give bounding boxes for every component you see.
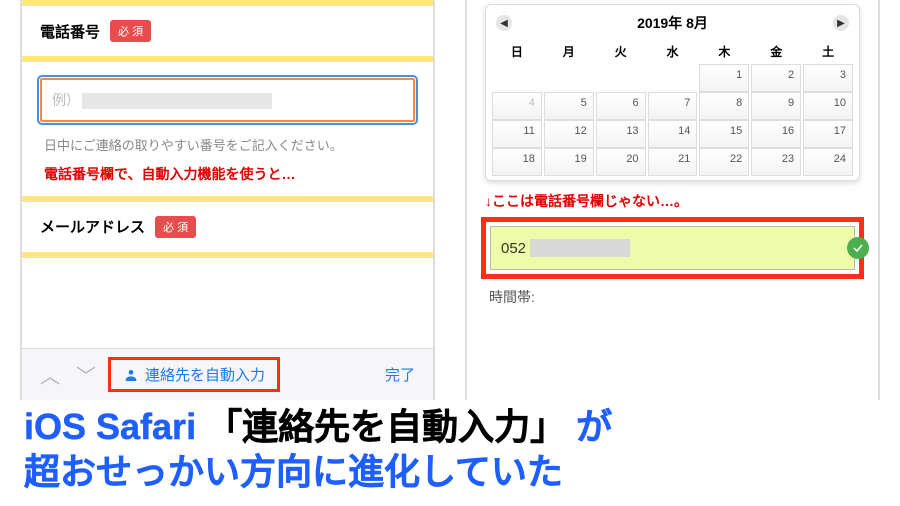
autofilled-input[interactable]: 052 bbox=[490, 226, 855, 270]
weekday-label: 金 bbox=[751, 39, 801, 64]
annotation-left: 電話番号欄で、自動入力機能を使うと… bbox=[22, 164, 433, 196]
calendar-day[interactable]: 7 bbox=[648, 92, 698, 120]
calendar-day[interactable]: 21 bbox=[648, 148, 698, 176]
section-label: 電話番号 bbox=[40, 21, 100, 42]
weekday-label: 日 bbox=[492, 39, 542, 64]
calendar-day[interactable]: 22 bbox=[699, 148, 749, 176]
calendar-day[interactable]: 4 bbox=[492, 92, 542, 120]
calendar-day[interactable]: 11 bbox=[492, 120, 542, 148]
helper-text: 日中にご連絡の取りやすい番号をご記入ください。 bbox=[22, 128, 433, 164]
calendar-day[interactable]: 9 bbox=[751, 92, 801, 120]
calendar-day[interactable]: 23 bbox=[751, 148, 801, 176]
autofill-label: 連絡先を自動入力 bbox=[145, 364, 265, 385]
calendar-day[interactable]: 15 bbox=[699, 120, 749, 148]
calendar-header: ◀ 2019年 8月 ▶ bbox=[492, 9, 853, 39]
autofilled-field-highlight: 052 bbox=[481, 217, 864, 279]
calendar-row: 4 5 6 7 8 9 10 bbox=[492, 92, 853, 120]
required-badge: 必 須 bbox=[110, 20, 151, 42]
person-icon bbox=[123, 367, 139, 383]
calendar-title: 2019年 8月 bbox=[637, 13, 708, 33]
calendar-weekdays: 日 月 火 水 木 金 土 bbox=[492, 39, 853, 64]
article-headline: iOS Safari 「連絡先を自動入力」 が 超おせっかい方向に進化していた bbox=[0, 404, 900, 494]
section-phone-header: 電話番号 必 須 bbox=[22, 6, 433, 56]
calendar-day[interactable]: 6 bbox=[596, 92, 646, 120]
form-panel-left: 電話番号 必 須 例） 日中にご連絡の取りやすい番号をご記入ください。 電話番号… bbox=[20, 0, 435, 400]
weekday-label: 火 bbox=[596, 39, 646, 64]
phone-input[interactable]: 例） bbox=[40, 78, 415, 122]
headline-part: 超おせっかい方向に進化していた bbox=[24, 451, 563, 492]
calendar-row: 1 2 3 bbox=[492, 64, 853, 92]
calendar-day[interactable]: 14 bbox=[648, 120, 698, 148]
autofill-contact-button[interactable]: 連絡先を自動入力 bbox=[108, 357, 280, 392]
calendar-day[interactable]: 17 bbox=[803, 120, 853, 148]
section-email-header: メールアドレス 必 須 bbox=[22, 202, 433, 252]
headline-part: 「連絡先を自動入力」 bbox=[206, 406, 566, 447]
prev-month-icon[interactable]: ◀ bbox=[496, 15, 512, 31]
checkmark-icon bbox=[847, 237, 869, 259]
next-month-icon[interactable]: ▶ bbox=[833, 15, 849, 31]
calendar-day[interactable]: 1 bbox=[699, 64, 749, 92]
weekday-label: 水 bbox=[648, 39, 698, 64]
calendar-row: 11 12 13 14 15 16 17 bbox=[492, 120, 853, 148]
autofilled-value: 052 bbox=[501, 240, 526, 257]
date-picker[interactable]: ◀ 2019年 8月 ▶ 日 月 火 水 木 金 土 1 2 3 bbox=[485, 4, 860, 181]
calendar-day[interactable]: 12 bbox=[544, 120, 594, 148]
prev-field-chevron-icon[interactable]: ︿ bbox=[36, 360, 64, 389]
calendar-day[interactable]: 20 bbox=[596, 148, 646, 176]
headline-part: iOS Safari bbox=[24, 406, 196, 447]
phone-input-wrap: 例） bbox=[22, 62, 433, 128]
calendar-day[interactable]: 16 bbox=[751, 120, 801, 148]
weekday-label: 土 bbox=[803, 39, 853, 64]
headline-part: が bbox=[576, 406, 612, 447]
calendar-row: 18 19 20 21 22 23 24 bbox=[492, 148, 853, 176]
annotation-right: ↓ここは電話番号欄じゃない…。 bbox=[467, 183, 878, 215]
calendar-day bbox=[492, 64, 542, 92]
calendar-day[interactable]: 5 bbox=[544, 92, 594, 120]
calendar-day[interactable]: 18 bbox=[492, 148, 542, 176]
calendar-day[interactable]: 3 bbox=[803, 64, 853, 92]
section-label: メールアドレス bbox=[40, 216, 145, 237]
redacted-placeholder bbox=[82, 93, 272, 109]
keyboard-accessory-bar: ︿ ﹀ 連絡先を自動入力 完了 bbox=[22, 348, 433, 400]
next-field-chevron-icon[interactable]: ﹀ bbox=[72, 360, 100, 389]
calendar-day[interactable]: 8 bbox=[699, 92, 749, 120]
form-panel-right: ◀ 2019年 8月 ▶ 日 月 火 水 木 金 土 1 2 3 bbox=[465, 0, 880, 400]
calendar-day bbox=[648, 64, 698, 92]
redacted-value bbox=[530, 239, 630, 257]
calendar-day[interactable]: 19 bbox=[544, 148, 594, 176]
calendar-day[interactable]: 10 bbox=[803, 92, 853, 120]
placeholder-prefix: 例） bbox=[52, 92, 80, 108]
weekday-label: 木 bbox=[699, 39, 749, 64]
required-badge: 必 須 bbox=[155, 216, 196, 238]
calendar-day[interactable]: 2 bbox=[751, 64, 801, 92]
calendar-day[interactable]: 24 bbox=[803, 148, 853, 176]
done-button[interactable]: 完了 bbox=[381, 362, 419, 387]
calendar-day[interactable]: 13 bbox=[596, 120, 646, 148]
time-slot-label: 時間帯: bbox=[467, 287, 878, 307]
calendar-day bbox=[544, 64, 594, 92]
weekday-label: 月 bbox=[544, 39, 594, 64]
calendar-day bbox=[596, 64, 646, 92]
